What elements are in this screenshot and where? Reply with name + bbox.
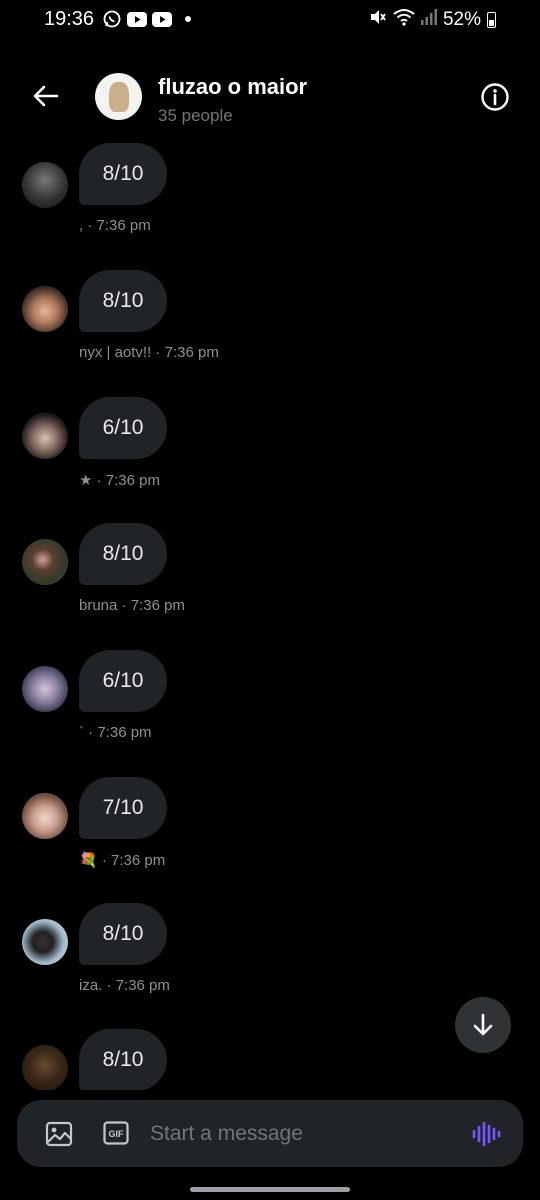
sender-avatar[interactable] — [22, 919, 68, 965]
message-meta: 💐 · 7:36 pm — [79, 852, 166, 869]
scroll-to-bottom-button[interactable] — [455, 997, 511, 1053]
sender-avatar[interactable] — [22, 286, 68, 332]
sender-avatar[interactable] — [22, 162, 68, 208]
status-bar: 19:36 52% — [0, 0, 540, 40]
gif-icon: GIF — [103, 1121, 129, 1145]
sender-avatar[interactable] — [22, 539, 68, 585]
message-item: 8/10 , · 7:36 pm — [0, 143, 540, 263]
sender-avatar[interactable] — [22, 793, 68, 839]
home-indicator[interactable] — [190, 1187, 350, 1192]
message-composer: GIF — [17, 1100, 523, 1167]
sender-name: , — [79, 217, 84, 234]
message-bubble[interactable]: 8/10 — [79, 270, 167, 332]
message-time: 7:36 pm — [97, 724, 152, 741]
signal-icon — [420, 9, 437, 31]
message-meta: nyx | aotv!! · 7:36 pm — [79, 344, 219, 361]
message-time: 7:36 pm — [105, 472, 160, 489]
wifi-icon — [393, 8, 415, 32]
sender-avatar[interactable] — [22, 1045, 68, 1090]
message-meta: iza. · 7:36 pm — [79, 977, 170, 994]
group-avatar[interactable] — [95, 73, 142, 120]
message-time: 7:36 pm — [130, 597, 185, 614]
message-bubble[interactable]: 8/10 — [79, 523, 167, 585]
voice-waveform-icon — [472, 1121, 501, 1147]
notification-dot-icon — [185, 16, 191, 22]
sender-name: ` — [79, 724, 84, 741]
message-time: 7:36 pm — [111, 852, 166, 869]
conversation-title[interactable]: fluzao o maior — [158, 74, 307, 100]
message-time: 7:36 pm — [96, 217, 151, 234]
message-meta: ` · 7:36 pm — [79, 724, 152, 741]
message-item: 6/10 ★ · 7:36 pm — [0, 397, 540, 517]
info-button[interactable] — [480, 82, 510, 112]
sender-name: iza. — [79, 977, 103, 994]
message-bubble[interactable]: 6/10 — [79, 650, 167, 712]
info-icon — [481, 83, 509, 111]
message-item: 7/10 💐 · 7:36 pm — [0, 777, 540, 897]
sender-name: ★ — [79, 472, 93, 489]
message-bubble[interactable]: 8/10 — [79, 1029, 167, 1090]
mute-icon — [369, 8, 387, 32]
status-time: 19:36 — [44, 8, 95, 30]
youtube-icon — [127, 10, 147, 28]
sender-name: 💐 — [79, 852, 98, 869]
back-button[interactable] — [30, 80, 62, 112]
message-item: 8/10 bruna · 7:36 pm — [0, 523, 540, 643]
message-meta: , · 7:36 pm — [79, 217, 151, 234]
svg-text:GIF: GIF — [109, 1129, 125, 1139]
gif-button[interactable]: GIF — [103, 1121, 129, 1145]
sender-avatar[interactable] — [22, 666, 68, 712]
image-icon — [45, 1121, 73, 1147]
participant-count: 35 people — [158, 106, 233, 125]
arrow-down-icon — [473, 1013, 493, 1036]
message-time: 7:36 pm — [164, 344, 219, 361]
message-bubble[interactable]: 8/10 — [79, 143, 167, 205]
youtube-icon — [152, 10, 172, 28]
sender-name: nyx | aotv!! — [79, 344, 152, 361]
add-image-button[interactable] — [45, 1120, 73, 1148]
message-meta: bruna · 7:36 pm — [79, 597, 185, 614]
battery-icon — [487, 12, 496, 28]
conversation-header: fluzao o maior 35 people — [0, 56, 540, 136]
whatsapp-icon — [102, 10, 122, 28]
message-bubble[interactable]: 8/10 — [79, 903, 167, 965]
message-bubble[interactable]: 7/10 — [79, 777, 167, 839]
battery-percent: 52% — [442, 9, 481, 30]
message-input[interactable] — [150, 1118, 450, 1150]
message-item: 8/10 nyx | aotv!! · 7:36 pm — [0, 270, 540, 390]
message-bubble[interactable]: 6/10 — [79, 397, 167, 459]
message-item: 8/10 iza. · 7:36 pm — [0, 903, 540, 1023]
sender-avatar[interactable] — [22, 413, 68, 459]
message-meta: ★ · 7:36 pm — [79, 472, 160, 489]
message-time: 7:36 pm — [115, 977, 170, 994]
arrow-left-icon — [33, 85, 59, 107]
message-list[interactable]: 8/10 , · 7:36 pm 8/10 nyx | aotv!! · 7:3… — [0, 140, 540, 1090]
message-item: 6/10 ` · 7:36 pm — [0, 650, 540, 770]
voice-message-button[interactable] — [471, 1120, 501, 1148]
sender-name: bruna — [79, 597, 118, 614]
